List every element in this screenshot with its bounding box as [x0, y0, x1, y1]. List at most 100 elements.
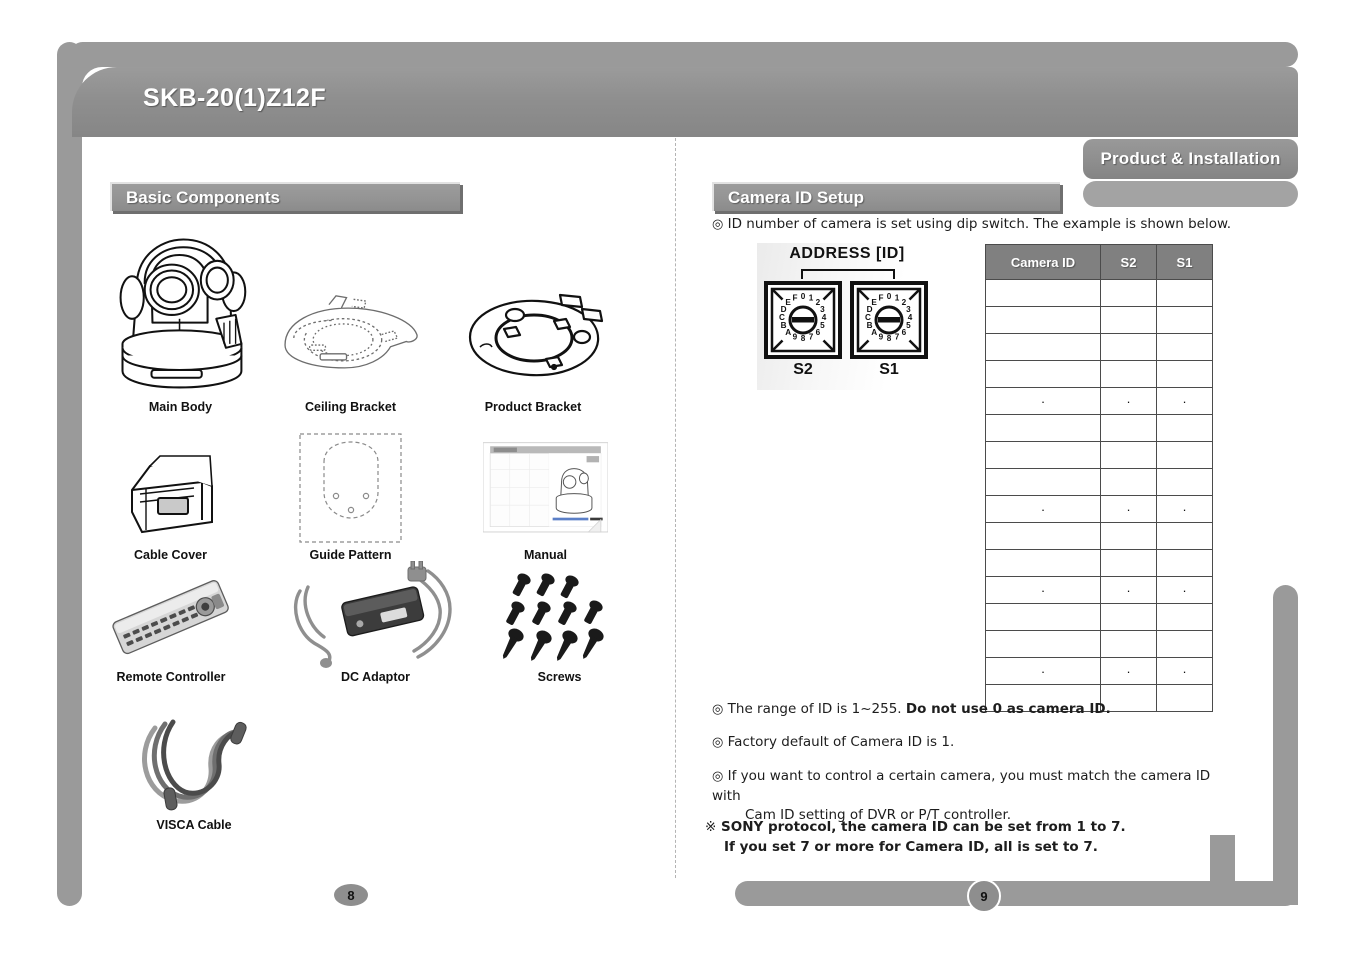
- table-row: [985, 603, 1213, 631]
- page-divider: [675, 138, 676, 878]
- component-label: Cable Cover: [134, 548, 207, 562]
- component-visca-cable: VISCA Cable: [128, 712, 260, 832]
- rotary-switch-s2-icon[interactable]: 0 1 2 3 4 5 6 7 8 9 A B C D E F: [764, 281, 842, 359]
- address-bracket-icon: [801, 269, 895, 279]
- intro-note-text: ID number of camera is set using dip swi…: [727, 216, 1232, 232]
- page-number-left-value: 8: [347, 887, 355, 903]
- cell-s2: [1100, 360, 1157, 388]
- cell-s2: ·: [1100, 387, 1157, 415]
- svg-text:1: 1: [895, 294, 900, 303]
- svg-text:C: C: [865, 313, 871, 322]
- cell-s2: [1100, 522, 1157, 550]
- component-label: Manual: [523, 548, 568, 562]
- switch-s1-label: S1: [879, 361, 899, 378]
- svg-text:E: E: [785, 298, 791, 307]
- svg-text:0: 0: [801, 292, 806, 301]
- cell-camera-id: [985, 360, 1101, 388]
- svg-text:7: 7: [809, 332, 814, 341]
- cell-s2: [1100, 468, 1157, 496]
- visca-cable-photo-icon: [128, 712, 260, 818]
- table-header-camera-id: Camera ID: [985, 244, 1101, 280]
- bullet-ring-icon: ◎: [712, 702, 724, 717]
- page-number-right: 9: [967, 879, 1001, 913]
- address-id-title: ADDRESS [ID]: [789, 245, 905, 262]
- component-remote-controller: Remote Controller: [105, 565, 237, 684]
- table-row: [985, 522, 1213, 550]
- table-row: [985, 333, 1213, 361]
- warning-line-1: SONY protocol, the camera ID can be set …: [721, 819, 1126, 835]
- svg-text:5: 5: [820, 321, 825, 330]
- note-id-range-bold: Do not use 0 as camera ID.: [905, 701, 1111, 717]
- cell-camera-id: [985, 549, 1101, 577]
- cell-s2: ·: [1100, 657, 1157, 685]
- cell-s1: [1156, 549, 1213, 577]
- component-manual: Manual: [483, 432, 608, 562]
- table-header-s2: S2: [1100, 244, 1157, 280]
- rotary-switch-s1-icon[interactable]: 0 1 2 3 4 5 6 7 8 9 A B C D E F: [850, 281, 928, 359]
- cell-camera-id: [985, 414, 1101, 442]
- cell-s2: [1100, 306, 1157, 334]
- page-number-left: 8: [334, 884, 368, 906]
- component-label: Product Bracket: [484, 400, 582, 414]
- table-row: [985, 306, 1213, 334]
- table-row: [985, 360, 1213, 388]
- component-product-bracket: Product Bracket: [458, 225, 608, 414]
- warning-sony-protocol: ※ SONY protocol, the camera ID can be se…: [705, 818, 1245, 857]
- table-row: [985, 279, 1213, 307]
- table-row: [985, 441, 1213, 469]
- svg-text:5: 5: [906, 321, 911, 330]
- component-screws: Screws: [497, 570, 622, 684]
- cell-camera-id: [985, 333, 1101, 361]
- tab-product-installation[interactable]: Product & Installation: [1083, 139, 1298, 179]
- ptz-camera-lineart-icon: [108, 225, 253, 400]
- dc-adaptor-photo-icon: [288, 560, 463, 670]
- svg-text:1: 1: [809, 294, 814, 303]
- svg-text:8: 8: [801, 334, 806, 343]
- frame-left-bar: [57, 42, 82, 906]
- table-row: [985, 630, 1213, 658]
- switch-s2-label: S2: [793, 361, 813, 378]
- cell-s1: [1156, 603, 1213, 631]
- component-label: Screws: [537, 670, 582, 684]
- section-header-camera-id-setup: Camera ID Setup: [712, 182, 1060, 211]
- svg-text:6: 6: [902, 328, 907, 337]
- component-main-body: Main Body: [108, 225, 253, 414]
- component-guide-pattern: Guide Pattern: [288, 428, 413, 562]
- cell-camera-id: ·: [985, 576, 1101, 604]
- cell-s1: ·: [1156, 495, 1213, 523]
- guide-pattern-sheet-icon: [288, 428, 413, 548]
- frame-top-bar: [70, 42, 1298, 67]
- cell-s2: [1100, 603, 1157, 631]
- section-header-camera-id-setup-label: Camera ID Setup: [728, 187, 865, 207]
- component-label: VISCA Cable: [156, 818, 232, 832]
- svg-text:0: 0: [887, 292, 892, 301]
- svg-text:6: 6: [816, 328, 821, 337]
- page-title: SKB-20(1)Z12F: [143, 84, 327, 112]
- table-row: · · ·: [985, 495, 1213, 523]
- cell-s1: ·: [1156, 657, 1213, 685]
- address-id-figure: ADDRESS [ID] 0 1 2 3 4 5 6 7 8 9 A B C D…: [757, 243, 937, 390]
- cell-s1: [1156, 306, 1213, 334]
- screws-photo-icon: [497, 570, 622, 670]
- cell-s2: ·: [1100, 576, 1157, 604]
- cell-camera-id: ·: [985, 657, 1101, 685]
- cell-s1: [1156, 360, 1213, 388]
- note-factory-default: ◎ Factory default of Camera ID is 1.: [712, 733, 1232, 753]
- cell-camera-id: [985, 441, 1101, 469]
- table-row: [985, 468, 1213, 496]
- bullet-ring-icon: ◎: [712, 217, 724, 232]
- cell-camera-id: [985, 603, 1101, 631]
- svg-text:C: C: [779, 313, 785, 322]
- svg-text:F: F: [878, 294, 883, 303]
- manual-page-spread: SKB-20(1)Z12F Product & Installation Bas…: [0, 0, 1350, 954]
- cell-camera-id: ·: [985, 495, 1101, 523]
- component-cable-cover: Cable Cover: [108, 438, 233, 562]
- note-control-camera-text: If you want to control a certain camera,…: [712, 768, 1211, 804]
- cell-camera-id: [985, 468, 1101, 496]
- manual-screenshot-icon: [483, 432, 608, 548]
- cell-camera-id: [985, 630, 1101, 658]
- cell-camera-id: ·: [985, 387, 1101, 415]
- cell-s1: [1156, 279, 1213, 307]
- cell-s2: [1100, 414, 1157, 442]
- svg-text:B: B: [781, 321, 787, 330]
